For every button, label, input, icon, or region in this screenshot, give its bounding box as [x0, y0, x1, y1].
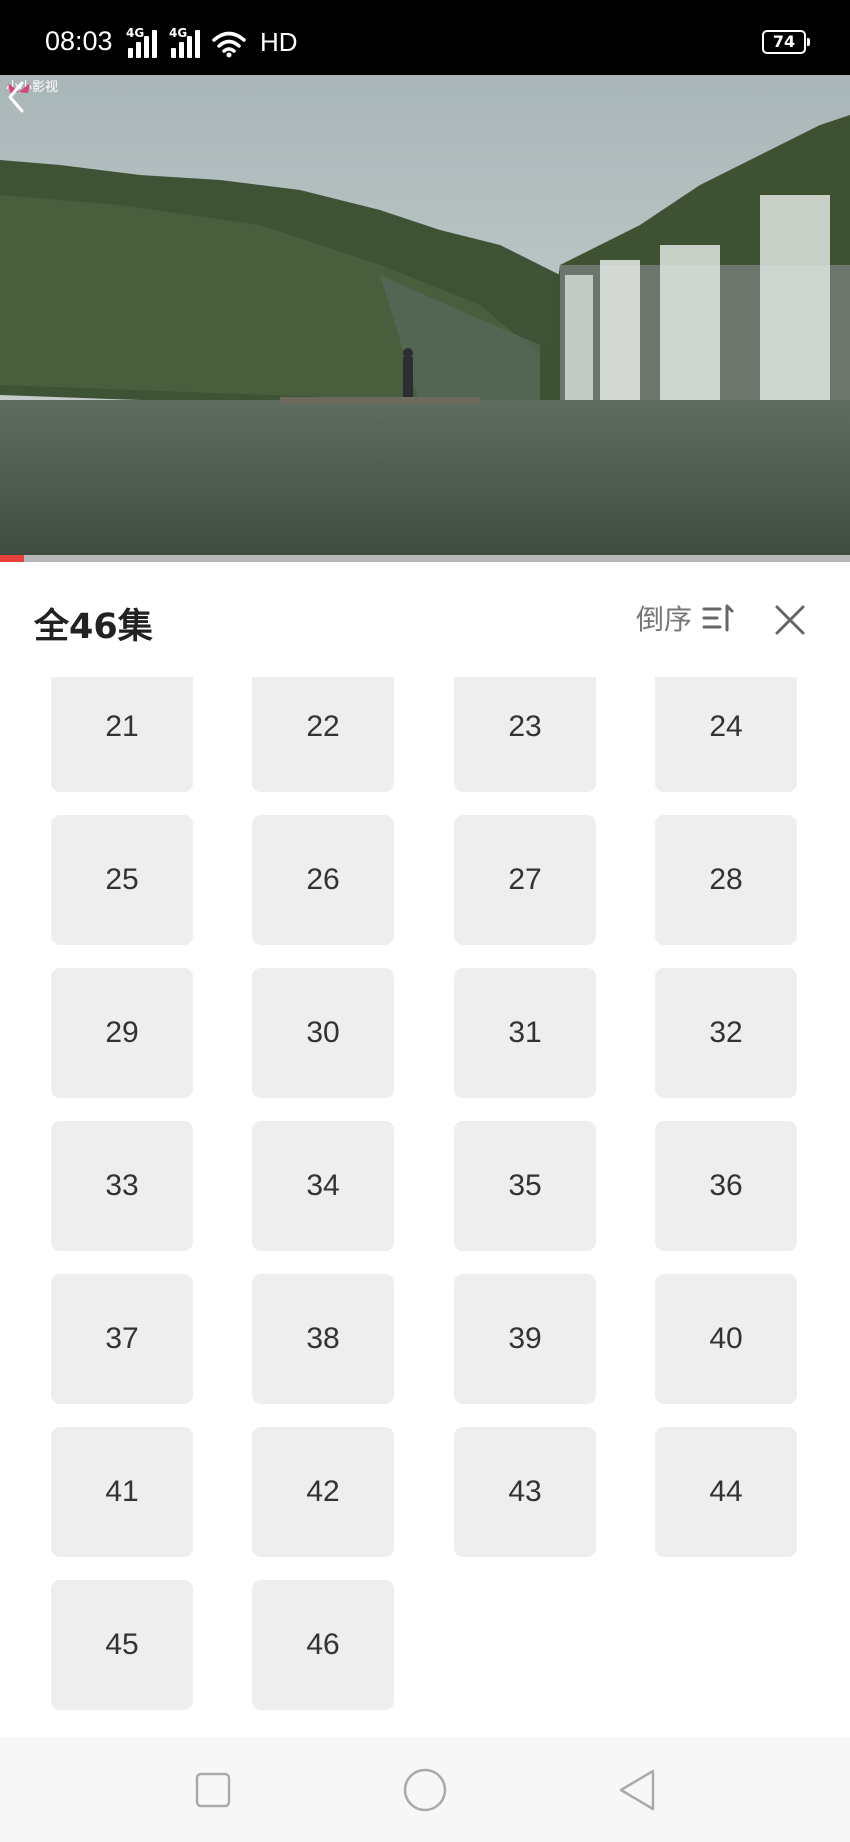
episode-panel: 全46集 倒序 21 22 23 24 25 26 27 28 29 30 31 32 33 34 35 36… — [0, 562, 850, 1737]
progress-fill — [0, 555, 24, 562]
episode-button[interactable]: 25 — [51, 815, 193, 945]
video-progress-bar[interactable] — [0, 555, 850, 562]
episode-button[interactable]: 46 — [252, 1580, 394, 1710]
sort-order-icon — [702, 604, 734, 632]
status-icons: 4G 4G HD — [126, 24, 298, 58]
episode-button[interactable]: 41 — [51, 1427, 193, 1557]
episode-button[interactable]: 36 — [655, 1121, 797, 1251]
hd-voice-indicator: HD — [260, 27, 298, 57]
wifi-icon — [212, 31, 246, 58]
navigation-bar — [0, 1737, 850, 1842]
episode-button[interactable]: 33 — [51, 1121, 193, 1251]
episode-button[interactable]: 29 — [51, 968, 193, 1098]
episode-button[interactable]: 37 — [51, 1274, 193, 1404]
video-player[interactable]: 小小影视 — [0, 75, 850, 555]
episode-button[interactable]: 31 — [454, 968, 596, 1098]
close-icon[interactable] — [772, 602, 808, 638]
sort-order-button[interactable]: 倒序 — [636, 598, 734, 638]
episode-button[interactable]: 40 — [655, 1274, 797, 1404]
cell-signal-1-icon: 4G — [126, 26, 157, 58]
episode-button[interactable]: 44 — [655, 1427, 797, 1557]
episode-button[interactable]: 27 — [454, 815, 596, 945]
episode-button[interactable]: 35 — [454, 1121, 596, 1251]
video-frame-image — [0, 75, 850, 555]
episode-button[interactable]: 45 — [51, 1580, 193, 1710]
square-recent-icon[interactable] — [195, 1772, 231, 1808]
back-arrow-icon[interactable] — [0, 75, 34, 119]
episode-button[interactable]: 34 — [252, 1121, 394, 1251]
episode-button[interactable]: 28 — [655, 815, 797, 945]
episode-button[interactable]: 23 — [454, 677, 596, 792]
episode-button[interactable]: 22 — [252, 677, 394, 792]
episode-count-title: 全46集 — [34, 607, 153, 647]
episode-button[interactable]: 43 — [454, 1427, 596, 1557]
episode-button[interactable]: 38 — [252, 1274, 394, 1404]
episode-button[interactable]: 39 — [454, 1274, 596, 1404]
episode-button[interactable]: 30 — [252, 968, 394, 1098]
status-time: 08:03 — [45, 26, 113, 56]
episode-button[interactable]: 26 — [252, 815, 394, 945]
cell-signal-2-icon: 4G — [169, 26, 200, 58]
episode-button[interactable]: 21 — [51, 677, 193, 792]
circle-home-icon[interactable] — [403, 1768, 447, 1812]
battery-icon: 74 — [762, 30, 810, 54]
episode-button[interactable]: 24 — [655, 677, 797, 792]
episode-button[interactable]: 32 — [655, 968, 797, 1098]
episode-grid: 21 22 23 24 25 26 27 28 29 30 31 32 33 34 35 36 37 38 39 40… — [0, 677, 850, 1737]
status-bar: 08:03 4G 4G HD 74 — [0, 0, 850, 75]
triangle-back-icon[interactable] — [617, 1768, 657, 1812]
sort-label: 倒序 — [636, 603, 693, 636]
episode-button[interactable]: 42 — [252, 1427, 394, 1557]
